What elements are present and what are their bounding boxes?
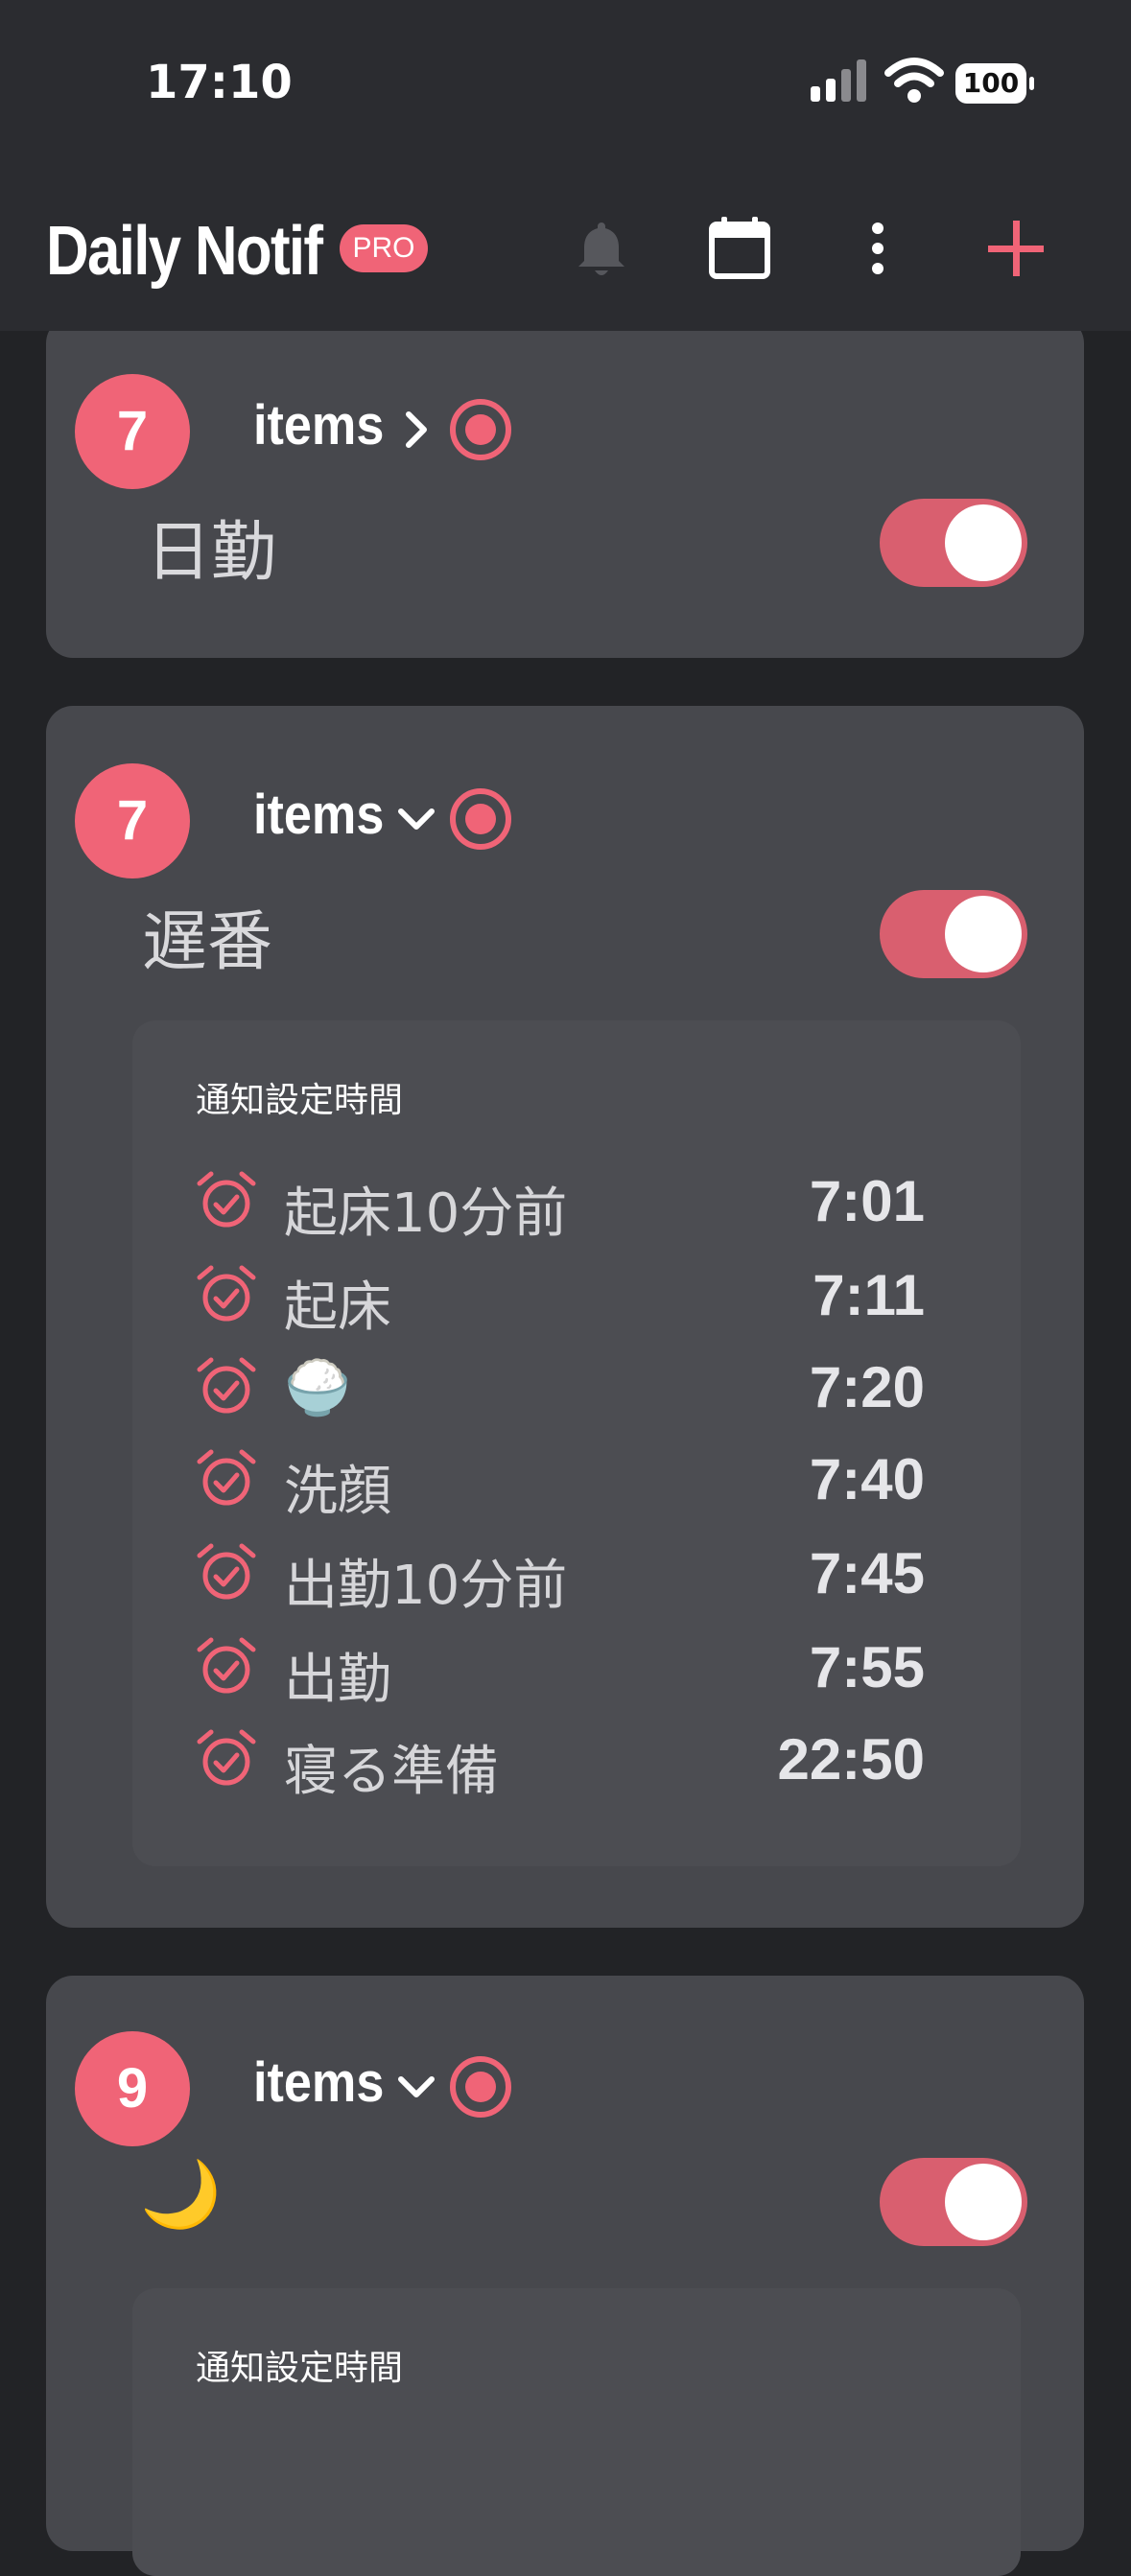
target-icon[interactable] — [447, 2053, 514, 2120]
battery-indicator: 100 — [955, 63, 1034, 104]
item-time: 7:01 — [809, 1169, 925, 1233]
list-item[interactable]: 起床 7:11 — [196, 1256, 925, 1339]
item-time: 7:45 — [809, 1541, 925, 1605]
item-time: 7:40 — [809, 1447, 925, 1511]
section-heading: 通知設定時間 — [196, 1081, 404, 1120]
wifi-icon — [884, 58, 944, 103]
chevron-down-icon[interactable] — [389, 792, 443, 846]
items-label: items — [253, 394, 385, 457]
routine-name: 🌙 — [140, 2157, 222, 2233]
item-label: 起床10分前 — [284, 1183, 568, 1245]
battery-percent: 100 — [962, 67, 1020, 99]
alarm-clock-icon — [197, 1357, 256, 1414]
alarm-clock-icon — [197, 1637, 256, 1694]
list-item[interactable]: 起床10分前 7:01 — [196, 1162, 925, 1245]
more-vertical-icon[interactable] — [844, 215, 911, 282]
notification-times-panel: 通知設定時間 — [132, 2288, 1021, 2576]
alarm-clock-icon — [197, 1729, 256, 1786]
routine-name: 遅番 — [142, 904, 273, 980]
items-label: items — [253, 2051, 385, 2114]
routine-toggle[interactable] — [880, 499, 1027, 587]
list-item[interactable]: 🍚 7:20 — [196, 1348, 925, 1425]
routine-card[interactable]: 9 items 🌙 通知設定時間 — [46, 1976, 1084, 2576]
item-time: 7:11 — [813, 1263, 925, 1327]
routine-toggle[interactable] — [880, 2158, 1027, 2246]
status-time: 17:10 — [146, 56, 293, 109]
item-count-badge: 7 — [75, 374, 190, 489]
item-label: 🍚 — [284, 1357, 351, 1419]
item-count-badge: 7 — [75, 763, 190, 878]
list-item[interactable]: 洗顔 7:40 — [196, 1440, 925, 1523]
app-title: Daily Notif — [46, 213, 323, 290]
cellular-signal-icon — [811, 59, 866, 102]
item-label: 出勤 — [284, 1649, 391, 1711]
target-icon[interactable] — [447, 785, 514, 853]
list-item[interactable]: 出勤 7:55 — [196, 1628, 925, 1711]
routine-name: 日勤 — [146, 515, 277, 591]
items-label: items — [253, 784, 385, 846]
pro-badge[interactable]: PRO — [340, 224, 428, 272]
routine-card[interactable]: 7 items 日勤 — [46, 316, 1084, 658]
item-count-badge: 9 — [75, 2031, 190, 2146]
item-label: 洗顔 — [284, 1461, 391, 1523]
section-heading: 通知設定時間 — [196, 2349, 404, 2388]
alarm-clock-icon — [197, 1265, 256, 1322]
item-label: 寝る準備 — [284, 1741, 499, 1803]
chevron-down-icon[interactable] — [389, 2060, 443, 2114]
plus-icon[interactable] — [982, 215, 1049, 282]
list-item[interactable]: 出勤10分前 7:45 — [196, 1534, 925, 1617]
item-label: 起床 — [284, 1276, 391, 1339]
alarm-clock-icon — [197, 1543, 256, 1600]
top-bar: 17:10 100 Daily Notif PRO — [0, 0, 1131, 331]
list-item[interactable]: 寝る準備 22:50 — [196, 1721, 925, 1803]
routine-card[interactable]: 7 items 遅番 通知設定時間 起床10分前 7:01 起床 7:11 🍚 … — [46, 706, 1084, 1928]
item-time: 7:55 — [809, 1635, 925, 1699]
routine-toggle[interactable] — [880, 890, 1027, 978]
chevron-right-icon[interactable] — [389, 403, 443, 457]
item-time: 22:50 — [777, 1727, 925, 1791]
item-label: 出勤10分前 — [284, 1555, 568, 1617]
item-time: 7:20 — [809, 1355, 925, 1419]
notification-times-panel: 通知設定時間 起床10分前 7:01 起床 7:11 🍚 7:20 洗顔 7:4… — [132, 1020, 1021, 1866]
alarm-clock-icon — [197, 1171, 256, 1228]
bell-icon[interactable] — [568, 215, 635, 282]
calendar-icon[interactable] — [706, 215, 773, 282]
alarm-clock-icon — [197, 1449, 256, 1506]
target-icon[interactable] — [447, 396, 514, 463]
